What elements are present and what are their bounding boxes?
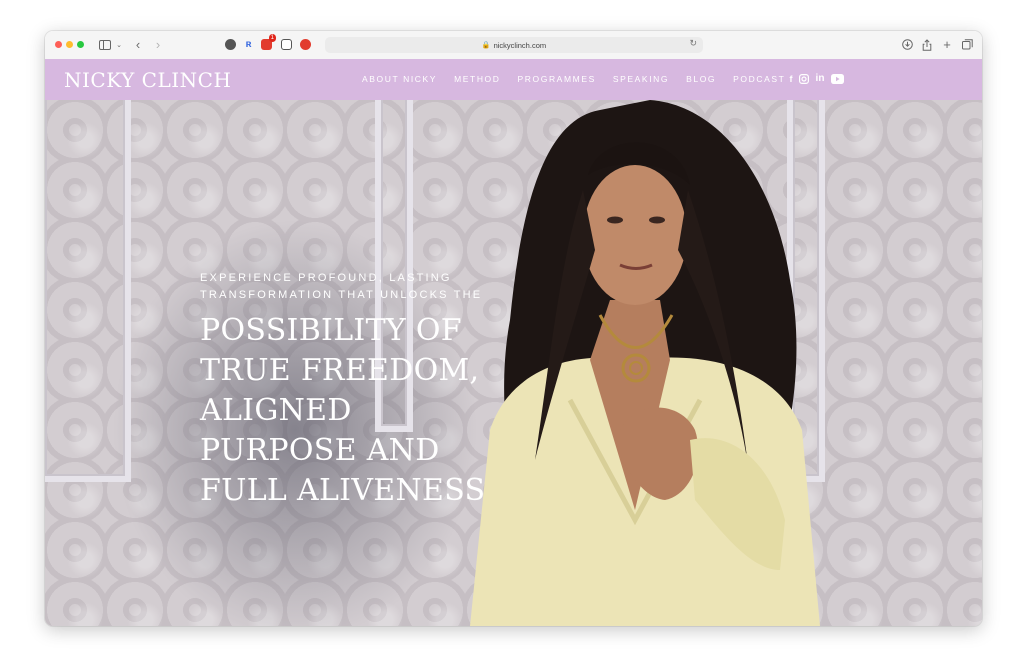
headline-line: PURPOSE AND	[200, 433, 440, 468]
extension-pocket-icon[interactable]: 1	[261, 34, 276, 50]
maximize-window-button[interactable]	[77, 41, 84, 48]
forward-button[interactable]: ›	[153, 37, 163, 52]
tab-overview-icon[interactable]	[961, 38, 973, 51]
chevron-down-icon[interactable]: ⌄	[115, 38, 123, 51]
extension-notion-icon[interactable]	[281, 39, 292, 50]
hero-eyebrow: EXPERIENCE PROFOUND, LASTING TRANSFORMAT…	[200, 272, 483, 301]
browser-toolbar: ⌄ ‹ › ʀ 1 🔒 nickyclinch.com ↻ +	[45, 31, 982, 60]
headline-line: ALIGNED	[200, 393, 352, 428]
download-icon[interactable]	[901, 38, 913, 51]
extension-badge: 1	[268, 34, 276, 42]
facebook-icon[interactable]: f	[788, 73, 794, 84]
nav-podcast[interactable]: PODCAST	[733, 74, 785, 84]
share-icon[interactable]	[921, 38, 933, 51]
wall-panel-molding	[45, 100, 131, 482]
back-button[interactable]: ‹	[133, 37, 143, 52]
sidebar-toggle-icon[interactable]	[98, 38, 112, 51]
youtube-icon[interactable]	[831, 73, 844, 84]
nav-programmes[interactable]: PROGRAMMES	[518, 74, 596, 84]
headline-line: TRUE FREEDOM,	[200, 353, 480, 388]
browser-window: ⌄ ‹ › ʀ 1 🔒 nickyclinch.com ↻ + NICKY CL…	[45, 31, 982, 626]
extension-pen-icon[interactable]: ʀ	[243, 39, 254, 50]
nav-speaking[interactable]: SPEAKING	[613, 74, 669, 84]
nav-method[interactable]: METHOD	[454, 74, 500, 84]
main-nav: ABOUT NICKY METHOD PROGRAMMES SPEAKING B…	[362, 74, 802, 84]
new-tab-icon[interactable]: +	[942, 37, 952, 52]
address-url: nickyclinch.com	[493, 40, 547, 50]
headline-line: POSSIBILITY OF	[200, 313, 462, 348]
linkedin-icon[interactable]: in	[814, 73, 826, 84]
close-window-button[interactable]	[55, 41, 62, 48]
headline-line: FULL ALIVENESS	[200, 473, 486, 508]
reload-icon[interactable]: ↻	[689, 38, 697, 49]
hero-copy: EXPERIENCE PROFOUND, LASTING TRANSFORMAT…	[200, 270, 530, 511]
site-logo[interactable]: NICKY CLINCH	[64, 68, 231, 92]
extension-red-circle-icon[interactable]	[300, 39, 311, 50]
hero-headline: POSSIBILITY OF TRUE FREEDOM, ALIGNED PUR…	[200, 311, 510, 511]
minimize-window-button[interactable]	[66, 41, 73, 48]
instagram-icon[interactable]	[799, 73, 809, 84]
site-header: NICKY CLINCH ABOUT NICKY METHOD PROGRAMM…	[45, 59, 982, 100]
nav-about-nicky[interactable]: ABOUT NICKY	[362, 74, 437, 84]
extension-grammarly-icon[interactable]	[225, 39, 236, 50]
hero-section: EXPERIENCE PROFOUND, LASTING TRANSFORMAT…	[45, 100, 982, 626]
nav-blog[interactable]: BLOG	[686, 74, 716, 84]
address-bar[interactable]: 🔒 nickyclinch.com ↻	[325, 37, 703, 53]
lock-icon: 🔒	[481, 42, 491, 49]
social-links: f in	[788, 73, 844, 84]
